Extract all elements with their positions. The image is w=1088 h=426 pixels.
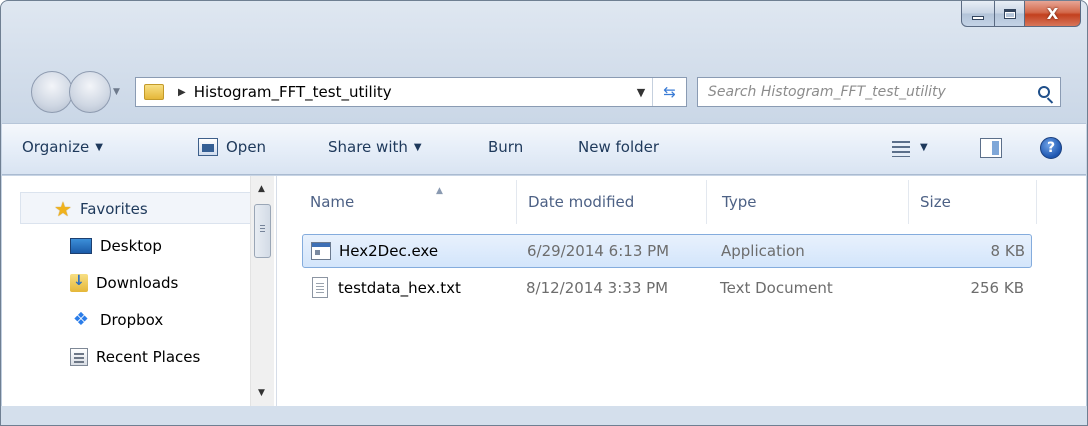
column-header-label: Date modified: [528, 193, 635, 211]
nav-item-label: Dropbox: [100, 310, 164, 329]
favorites-star-icon: ★: [54, 196, 72, 221]
navigation-list: ★ Favorites Desktop Downloads ❖ Dropbox: [32, 190, 200, 375]
nav-item-label: Desktop: [100, 236, 162, 255]
close-icon: X: [1046, 4, 1059, 23]
scroll-down-icon[interactable]: ▼: [258, 388, 265, 398]
close-button[interactable]: X: [1025, 1, 1081, 27]
column-header-type[interactable]: Type: [722, 184, 902, 220]
application-icon: [311, 242, 331, 260]
new-folder-button[interactable]: New folder: [578, 138, 659, 156]
search-input[interactable]: Search Histogram_FFT_test_utility: [698, 84, 1028, 100]
share-with-label: Share with: [328, 138, 408, 156]
share-with-dropdown-icon: ▼: [413, 141, 422, 153]
address-bar[interactable]: ▶ Histogram_FFT_test_utility ▼ ⇆: [135, 77, 687, 107]
nav-item-downloads[interactable]: Downloads: [70, 264, 200, 301]
organize-dropdown-icon: ▼: [95, 141, 103, 153]
column-header-size[interactable]: Size: [920, 184, 1030, 220]
recent-places-icon: [70, 347, 88, 366]
scrollbar-grip-icon: [260, 225, 265, 234]
file-date-modified: 8/12/2014 3:33 PM: [526, 279, 669, 297]
table-row[interactable]: testdata_hex.txt 8/12/2014 3:33 PM Text …: [302, 272, 1032, 306]
column-header-label: Size: [920, 193, 951, 211]
sort-ascending-icon: ▲: [436, 186, 443, 196]
organize-label: Organize: [22, 138, 90, 156]
scrollbar-thumb[interactable]: [254, 204, 271, 258]
burn-button[interactable]: Burn: [488, 138, 523, 156]
nav-item-label: Downloads: [96, 273, 179, 292]
nav-item-dropbox[interactable]: ❖ Dropbox: [70, 301, 200, 338]
command-bar: Organize ▼ Open Share with ▼ Burn New fo…: [2, 123, 1086, 175]
window-controls: X: [961, 1, 1081, 31]
breadcrumb-separator-icon[interactable]: ▶: [178, 87, 186, 98]
file-name: Hex2Dec.exe: [339, 242, 439, 260]
minimize-icon: [972, 15, 984, 20]
open-icon: [198, 138, 218, 156]
refresh-button[interactable]: ⇆: [652, 78, 686, 106]
column-header-label: Type: [722, 193, 757, 211]
text-document-icon: [312, 277, 328, 298]
address-history-dropdown-icon[interactable]: ▼: [630, 86, 652, 99]
column-divider[interactable]: [706, 180, 707, 224]
file-size: 8 KB: [990, 242, 1025, 260]
file-name: testdata_hex.txt: [338, 279, 461, 297]
help-icon[interactable]: ?: [1040, 137, 1062, 159]
view-options-dropdown-icon[interactable]: ▼: [920, 142, 928, 153]
dropbox-icon: ❖: [72, 309, 90, 330]
file-size: 256 KB: [970, 279, 1024, 297]
column-divider[interactable]: [516, 180, 517, 224]
share-with-button[interactable]: Share with ▼: [328, 138, 422, 156]
content-area: ★ Favorites Desktop Downloads ❖ Dropbox: [2, 176, 1086, 406]
column-divider[interactable]: [1036, 180, 1037, 224]
column-header-name[interactable]: Name ▲: [310, 184, 510, 220]
search-button[interactable]: [1028, 86, 1060, 98]
nav-item-favorites[interactable]: ★ Favorites: [54, 190, 200, 227]
column-divider[interactable]: [908, 180, 909, 224]
navigation-buttons: ▼: [31, 71, 131, 115]
organize-button[interactable]: Organize ▼: [22, 138, 103, 156]
preview-pane-icon[interactable]: [980, 138, 1002, 158]
refresh-icon: ⇆: [663, 83, 676, 101]
back-button[interactable]: [31, 71, 73, 113]
search-box[interactable]: Search Histogram_FFT_test_utility: [697, 77, 1061, 107]
scroll-up-icon[interactable]: ▲: [258, 184, 265, 194]
file-type: Text Document: [720, 279, 833, 297]
forward-button[interactable]: [69, 71, 111, 113]
downloads-icon: [70, 273, 88, 292]
change-view-icon[interactable]: [892, 141, 910, 157]
folder-icon: [144, 84, 164, 100]
nav-item-desktop[interactable]: Desktop: [70, 227, 200, 264]
nav-item-label: Favorites: [79, 199, 148, 218]
desktop-icon: [70, 237, 92, 254]
new-folder-label: New folder: [578, 138, 660, 156]
window-bottom-frame: [1, 406, 1087, 425]
open-label: Open: [226, 138, 267, 156]
explorer-window: X ▼ ▶ Histogram_FFT_test_utility ▼ ⇆ Sea…: [0, 0, 1088, 426]
column-header-date-modified[interactable]: Date modified: [528, 184, 708, 220]
file-type: Application: [721, 242, 805, 260]
file-date-modified: 6/29/2014 6:13 PM: [527, 242, 670, 260]
navigation-scrollbar[interactable]: ▲ ▼: [250, 176, 274, 406]
maximize-icon: [1003, 8, 1016, 19]
minimize-button[interactable]: [961, 1, 995, 27]
recent-pages-dropdown-icon[interactable]: ▼: [113, 87, 120, 97]
nav-item-label: Recent Places: [96, 347, 201, 366]
table-row[interactable]: Hex2Dec.exe 6/29/2014 6:13 PM Applicatio…: [302, 234, 1032, 268]
open-button[interactable]: Open: [198, 138, 266, 156]
column-header-label: Name: [310, 193, 355, 211]
file-list: Name ▲ Date modified Type Size Hex2Dec.e…: [278, 176, 1086, 406]
nav-item-recent-places[interactable]: Recent Places: [70, 338, 200, 375]
burn-label: Burn: [488, 138, 524, 156]
breadcrumb-current-folder[interactable]: Histogram_FFT_test_utility: [194, 83, 630, 101]
navigation-pane: ★ Favorites Desktop Downloads ❖ Dropbox: [2, 176, 277, 406]
search-icon: [1038, 86, 1050, 98]
maximize-button[interactable]: [995, 1, 1025, 27]
